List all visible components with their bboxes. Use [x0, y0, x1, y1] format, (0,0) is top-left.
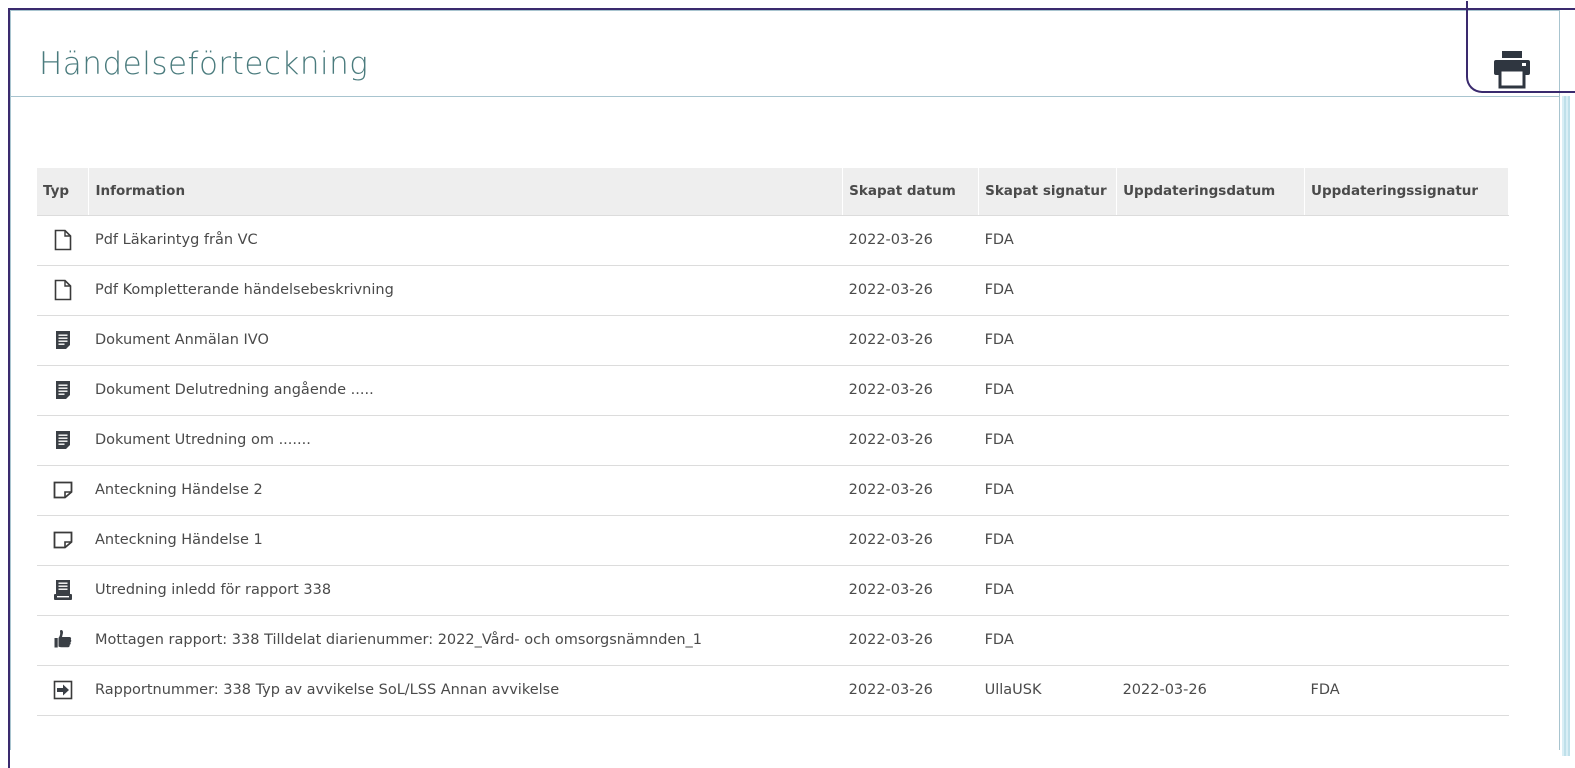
- table-row[interactable]: Mottagen rapport: 338 Tilldelat diarienu…: [37, 615, 1509, 666]
- event-list-panel: Händelseförteckning Typ Information Skap…: [10, 1, 1575, 750]
- cell-skapat-datum: 2022-03-26: [842, 465, 979, 516]
- cell-uppdateringsdatum: [1116, 365, 1305, 416]
- cell-typ: [37, 265, 89, 316]
- table-header-row: Typ Information Skapat datum Skapat sign…: [37, 168, 1509, 216]
- cell-uppdateringsdatum: [1116, 265, 1305, 316]
- event-table: Typ Information Skapat datum Skapat sign…: [37, 168, 1509, 716]
- cell-information[interactable]: Pdf Kompletterande händelsebeskrivning: [88, 265, 843, 316]
- cell-skapat-signatur: FDA: [978, 515, 1117, 566]
- cell-uppdateringssignatur: [1304, 615, 1509, 666]
- cell-typ: [37, 615, 89, 666]
- cell-information[interactable]: Anteckning Händelse 1: [88, 515, 843, 566]
- cell-skapat-signatur: FDA: [978, 265, 1117, 316]
- table-row[interactable]: Pdf Läkarintyg från VC 2022-03-26 FDA: [37, 215, 1509, 266]
- cell-information[interactable]: Dokument Utredning om .......: [88, 415, 843, 466]
- cell-uppdateringsdatum: [1116, 515, 1305, 566]
- cell-information[interactable]: Rapportnummer: 338 Typ av avvikelse SoL/…: [88, 665, 843, 716]
- cell-skapat-datum: 2022-03-26: [842, 265, 979, 316]
- column-header-skapat-datum[interactable]: Skapat datum: [842, 168, 980, 216]
- cell-information[interactable]: Mottagen rapport: 338 Tilldelat diarienu…: [88, 615, 843, 666]
- cell-uppdateringssignatur: [1304, 215, 1509, 266]
- cell-uppdateringsdatum: [1116, 565, 1305, 616]
- cell-skapat-datum: 2022-03-26: [842, 515, 979, 566]
- pdf-file-icon: [43, 279, 83, 301]
- note-icon: [43, 531, 83, 549]
- cell-typ: [37, 665, 89, 716]
- cell-skapat-signatur: FDA: [978, 415, 1117, 466]
- cell-typ: [37, 315, 89, 366]
- cell-information[interactable]: Anteckning Händelse 2: [88, 465, 843, 516]
- cell-uppdateringsdatum: [1116, 415, 1305, 466]
- table-row[interactable]: Pdf Kompletterande händelsebeskrivning 20…: [37, 265, 1509, 316]
- cell-information[interactable]: Dokument Delutredning angående .....: [88, 365, 843, 416]
- thumbs-up-icon: [43, 629, 83, 651]
- table-row[interactable]: Dokument Anmälan IVO 2022-03-26 FDA: [37, 315, 1509, 366]
- cell-uppdateringssignatur: [1304, 565, 1509, 616]
- cell-typ: [37, 465, 89, 516]
- table-row[interactable]: Anteckning Händelse 1 2022-03-26 FDA: [37, 515, 1509, 566]
- column-header-skapat-signatur[interactable]: Skapat signatur: [978, 168, 1118, 216]
- cell-uppdateringssignatur: [1304, 265, 1509, 316]
- table-row[interactable]: Dokument Utredning om ....... 2022-03-26 F…: [37, 415, 1509, 466]
- cell-uppdateringssignatur: [1304, 515, 1509, 566]
- cell-typ: [37, 215, 89, 266]
- cell-uppdateringssignatur: [1304, 415, 1509, 466]
- column-header-uppdateringsdatum[interactable]: Uppdateringsdatum: [1116, 168, 1306, 216]
- cell-skapat-signatur: FDA: [978, 215, 1117, 266]
- document-icon: [43, 330, 83, 350]
- cell-uppdateringsdatum: [1116, 615, 1305, 666]
- cell-uppdateringssignatur: [1304, 465, 1509, 516]
- cell-skapat-signatur: UllaUSK: [978, 665, 1117, 716]
- table-row[interactable]: Anteckning Händelse 2 2022-03-26 FDA: [37, 465, 1509, 516]
- cell-skapat-datum: 2022-03-26: [842, 365, 979, 416]
- cell-information[interactable]: Utredning inledd för rapport 338: [88, 565, 843, 616]
- cell-skapat-signatur: FDA: [978, 615, 1117, 666]
- cell-typ: [37, 565, 89, 616]
- cell-typ: [37, 415, 89, 466]
- table-row[interactable]: Utredning inledd för rapport 338 2022-03-…: [37, 565, 1509, 616]
- investigation-icon: [43, 579, 83, 601]
- printer-icon: [1494, 51, 1530, 89]
- cell-information[interactable]: Dokument Anmälan IVO: [88, 315, 843, 366]
- cell-information[interactable]: Pdf Läkarintyg från VC: [88, 215, 843, 266]
- column-header-typ[interactable]: Typ: [37, 168, 90, 216]
- cell-skapat-datum: 2022-03-26: [842, 565, 979, 616]
- pdf-file-icon: [43, 229, 83, 251]
- scroll-edge: [1562, 96, 1570, 756]
- note-icon: [43, 481, 83, 499]
- cell-skapat-datum: 2022-03-26: [842, 315, 979, 366]
- cell-skapat-signatur: FDA: [978, 565, 1117, 616]
- cell-uppdateringssignatur: [1304, 365, 1509, 416]
- column-header-uppdateringssignatur[interactable]: Uppdateringssignatur: [1304, 168, 1509, 216]
- cell-skapat-datum: 2022-03-26: [842, 415, 979, 466]
- cell-skapat-signatur: FDA: [978, 365, 1117, 416]
- cell-uppdateringsdatum: [1116, 215, 1305, 266]
- cell-typ: [37, 515, 89, 566]
- sign-in-arrow-icon: [43, 680, 83, 700]
- cell-skapat-signatur: FDA: [978, 315, 1117, 366]
- cell-uppdateringsdatum: 2022-03-26: [1116, 665, 1305, 716]
- table-row[interactable]: Rapportnummer: 338 Typ av avvikelse SoL/…: [37, 665, 1509, 716]
- cell-uppdateringssignatur: [1304, 315, 1509, 366]
- cell-skapat-datum: 2022-03-26: [842, 665, 979, 716]
- print-button[interactable]: [1489, 47, 1535, 91]
- document-icon: [43, 430, 83, 450]
- document-icon: [43, 380, 83, 400]
- page-title: Händelseförteckning: [39, 46, 369, 82]
- cell-uppdateringsdatum: [1116, 465, 1305, 516]
- panel-header: Händelseförteckning: [11, 11, 1559, 97]
- cell-uppdateringssignatur: FDA: [1304, 665, 1509, 716]
- cell-uppdateringsdatum: [1116, 315, 1305, 366]
- cell-skapat-datum: 2022-03-26: [842, 615, 979, 666]
- cell-skapat-datum: 2022-03-26: [842, 215, 979, 266]
- table-row[interactable]: Dokument Delutredning angående ..... 2022…: [37, 365, 1509, 416]
- column-header-information[interactable]: Information: [88, 168, 844, 216]
- cell-skapat-signatur: FDA: [978, 465, 1117, 516]
- cell-typ: [37, 365, 89, 416]
